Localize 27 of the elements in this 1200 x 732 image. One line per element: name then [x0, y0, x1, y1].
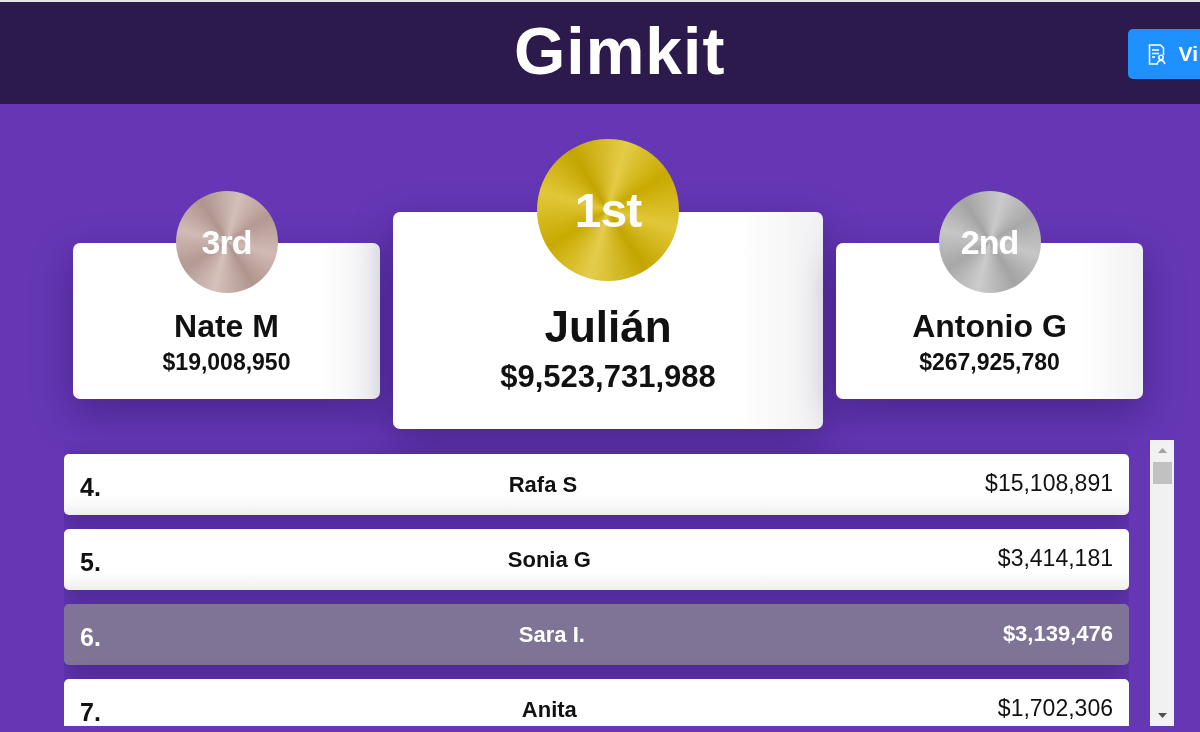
money-amount: $9,523,731,988: [500, 359, 716, 395]
money-amount: $3,414,181: [997, 545, 1113, 573]
rank-number: 6.: [80, 622, 101, 652]
player-name: Nate M: [174, 307, 279, 345]
place-medal: 3rd: [175, 191, 278, 293]
player-name: Rafa S: [508, 471, 578, 498]
player-name: Antonio G: [912, 307, 1067, 345]
document-person-icon: [1147, 43, 1166, 65]
scroll-up-arrow-icon[interactable]: [1157, 448, 1167, 453]
player-name: Sara I.: [518, 621, 585, 648]
app-logo[interactable]: Gimkit: [514, 18, 726, 88]
rank-number: 7.: [80, 697, 101, 726]
money-amount: $3,139,476: [1002, 620, 1113, 648]
scrollbar[interactable]: [1150, 440, 1174, 726]
player-name: Anita: [521, 696, 577, 723]
rank-number: 4.: [80, 472, 101, 502]
scroll-down-arrow-icon[interactable]: [1157, 713, 1167, 718]
money-amount: $1,702,306: [997, 695, 1113, 723]
place-medal: 1st: [537, 139, 679, 281]
money-amount: $15,108,891: [985, 470, 1113, 498]
place-medal: 2nd: [938, 191, 1041, 293]
scrollbar-thumb[interactable]: [1152, 462, 1172, 484]
money-amount: $19,008,950: [162, 349, 291, 375]
money-amount: $267,925,780: [919, 349, 1060, 375]
player-name: Julián: [544, 301, 672, 353]
rank-number: 5.: [80, 547, 101, 577]
player-name: Sonia G: [507, 546, 591, 573]
